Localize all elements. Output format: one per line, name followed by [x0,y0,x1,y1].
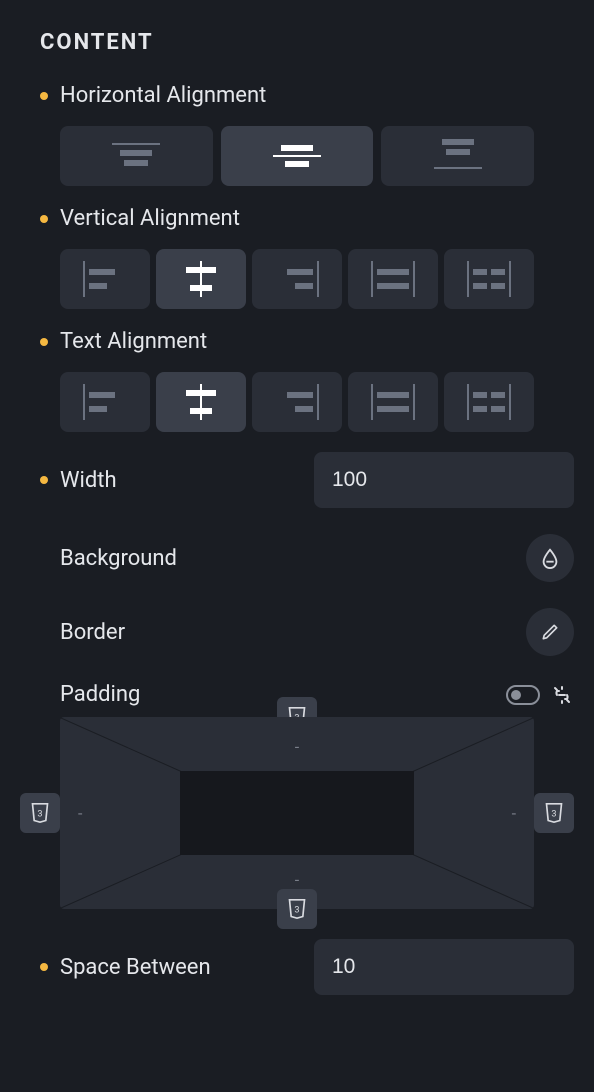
padding-left-unit-button[interactable]: 3 [20,793,60,833]
text-align-center-icon [179,388,223,416]
width-property: Width 3 [20,452,574,508]
border-label: Border [60,620,125,645]
padding-link-toggle[interactable] [506,685,540,705]
valign-stretch-icon [371,265,415,293]
section-title: CONTENT [40,30,574,55]
align-center-icon [273,143,321,169]
text-align-stretch-button[interactable] [348,372,438,432]
padding-bottom-value[interactable]: - [295,870,299,889]
text-align-left-icon [83,388,127,416]
text-align-between-button[interactable] [444,372,534,432]
width-input[interactable] [314,452,574,508]
vertical-alignment-label: Vertical Alignment [60,206,240,231]
border-edit-button[interactable] [526,608,574,656]
valign-right-icon [275,265,319,293]
valign-center-icon [179,265,223,293]
css3-icon: 3 [544,802,564,824]
space-between-input[interactable] [314,939,574,995]
css3-icon: 3 [30,802,50,824]
text-align-right-button[interactable] [252,372,342,432]
width-label: Width [60,468,117,493]
valign-center-button[interactable] [156,249,246,309]
text-alignment-label: Text Alignment [60,329,207,354]
valign-between-button[interactable] [444,249,534,309]
text-align-right-icon [275,388,319,416]
background-label: Background [60,546,177,571]
padding-right-unit-button[interactable]: 3 [534,793,574,833]
text-align-between-icon [467,388,511,416]
valign-right-button[interactable] [252,249,342,309]
valign-left-button[interactable] [60,249,150,309]
padding-label: Padding [60,682,140,707]
space-between-label: Space Between [60,955,211,980]
padding-bottom-unit-button[interactable]: 3 [277,889,317,929]
padding-box[interactable]: - - - - [60,717,534,909]
svg-text:3: 3 [37,809,42,819]
padding-left-value[interactable]: - [78,804,82,823]
align-top-button[interactable] [60,126,213,186]
modified-indicator [40,215,48,223]
padding-control: 3 3 3 - - - - 3 [20,717,574,909]
text-alignment-property: Text Alignment [20,329,574,432]
border-property: Border [20,608,574,656]
unlink-icon[interactable] [550,683,574,707]
modified-indicator [40,338,48,346]
padding-right-value[interactable]: - [512,804,516,823]
modified-indicator [40,92,48,100]
vertical-alignment-property: Vertical Alignment [20,206,574,309]
space-between-input-group: 3 [314,939,574,995]
svg-text:3: 3 [551,809,556,819]
horizontal-alignment-property: Horizontal Alignment [20,83,574,186]
align-top-icon [112,143,160,169]
align-center-button[interactable] [221,126,374,186]
width-input-group: 3 [314,452,574,508]
background-property: Background [20,534,574,582]
valign-left-icon [83,265,127,293]
space-between-property: Space Between 3 [20,939,574,995]
align-bottom-icon [434,143,482,169]
modified-indicator [40,476,48,484]
horizontal-alignment-label: Horizontal Alignment [60,83,266,108]
css3-icon: 3 [287,898,307,920]
padding-top-value[interactable]: - [295,737,299,756]
valign-stretch-button[interactable] [348,249,438,309]
background-color-button[interactable] [526,534,574,582]
valign-between-icon [467,265,511,293]
text-align-center-button[interactable] [156,372,246,432]
pencil-icon [540,622,560,642]
text-align-left-button[interactable] [60,372,150,432]
align-bottom-button[interactable] [381,126,534,186]
svg-text:3: 3 [294,905,299,915]
droplet-icon [539,547,561,569]
modified-indicator [40,963,48,971]
text-align-stretch-icon [371,388,415,416]
